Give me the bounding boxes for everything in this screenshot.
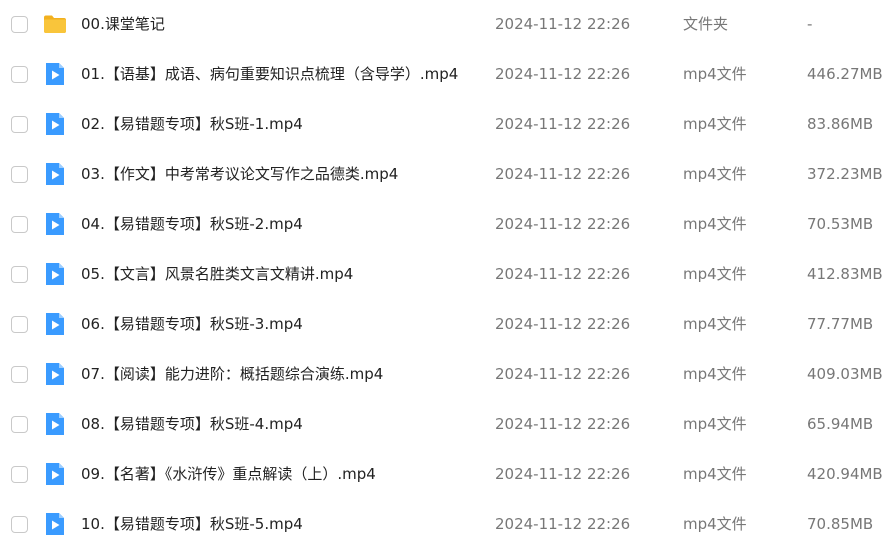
file-row[interactable]: 00.课堂笔记 2024-11-12 22:26 文件夹 - [0, 0, 887, 50]
file-size: 420.94MB [807, 465, 883, 483]
file-size: 65.94MB [807, 415, 874, 433]
file-size: 409.03MB [807, 365, 883, 383]
row-checkbox[interactable] [11, 166, 28, 183]
file-name[interactable]: 08.【易错题专项】秋S班-4.mp4 [81, 413, 303, 435]
file-name[interactable]: 06.【易错题专项】秋S班-3.mp4 [81, 313, 303, 335]
row-checkbox[interactable] [11, 516, 28, 533]
file-name[interactable]: 01.【语基】成语、病句重要知识点梳理（含导学）.mp4 [81, 63, 458, 85]
file-row[interactable]: 02.【易错题专项】秋S班-1.mp4 2024-11-12 22:26 mp4… [0, 100, 887, 150]
file-row[interactable]: 05.【文言】风景名胜类文言文精讲.mp4 2024-11-12 22:26 m… [0, 250, 887, 300]
file-name[interactable]: 02.【易错题专项】秋S班-1.mp4 [81, 113, 303, 135]
row-checkbox[interactable] [11, 366, 28, 383]
modified-date: 2024-11-12 22:26 [495, 365, 631, 383]
row-checkbox[interactable] [11, 66, 28, 83]
file-type: mp4文件 [683, 515, 747, 533]
row-checkbox[interactable] [11, 466, 28, 483]
modified-date: 2024-11-12 22:26 [495, 65, 631, 83]
file-type: mp4文件 [683, 465, 747, 483]
row-checkbox[interactable] [11, 416, 28, 433]
modified-date: 2024-11-12 22:26 [495, 15, 631, 33]
file-type: mp4文件 [683, 265, 747, 283]
file-row[interactable]: 09.【名著】《水浒传》重点解读（上）.mp4 2024-11-12 22:26… [0, 450, 887, 500]
file-row[interactable]: 01.【语基】成语、病句重要知识点梳理（含导学）.mp4 2024-11-12 … [0, 50, 887, 100]
modified-date: 2024-11-12 22:26 [495, 265, 631, 283]
file-type: 文件夹 [683, 15, 729, 33]
row-checkbox[interactable] [11, 16, 28, 33]
file-name[interactable]: 10.【易错题专项】秋S班-5.mp4 [81, 513, 303, 535]
file-size: 83.86MB [807, 115, 874, 133]
video-file-icon [43, 462, 67, 486]
file-row[interactable]: 08.【易错题专项】秋S班-4.mp4 2024-11-12 22:26 mp4… [0, 400, 887, 450]
row-checkbox[interactable] [11, 116, 28, 133]
file-size: 412.83MB [807, 265, 883, 283]
file-type: mp4文件 [683, 65, 747, 83]
file-size: 70.85MB [807, 515, 874, 533]
file-type: mp4文件 [683, 165, 747, 183]
video-file-icon [43, 62, 67, 86]
file-list: 00.课堂笔记 2024-11-12 22:26 文件夹 - 01.【语基】成语… [0, 0, 887, 541]
file-type: mp4文件 [683, 315, 747, 333]
file-name[interactable]: 09.【名著】《水浒传》重点解读（上）.mp4 [81, 463, 376, 485]
file-row[interactable]: 07.【阅读】能力进阶：概括题综合演练.mp4 2024-11-12 22:26… [0, 350, 887, 400]
video-file-icon [43, 112, 67, 136]
video-file-icon [43, 212, 67, 236]
file-size: 77.77MB [807, 315, 874, 333]
modified-date: 2024-11-12 22:26 [495, 515, 631, 533]
file-row[interactable]: 04.【易错题专项】秋S班-2.mp4 2024-11-12 22:26 mp4… [0, 200, 887, 250]
row-checkbox[interactable] [11, 216, 28, 233]
video-file-icon [43, 512, 67, 536]
modified-date: 2024-11-12 22:26 [495, 165, 631, 183]
folder-icon [43, 12, 67, 36]
file-name[interactable]: 04.【易错题专项】秋S班-2.mp4 [81, 213, 303, 235]
file-name[interactable]: 05.【文言】风景名胜类文言文精讲.mp4 [81, 263, 353, 285]
file-name[interactable]: 00.课堂笔记 [81, 13, 165, 35]
file-type: mp4文件 [683, 365, 747, 383]
file-size: 70.53MB [807, 215, 874, 233]
file-row[interactable]: 10.【易错题专项】秋S班-5.mp4 2024-11-12 22:26 mp4… [0, 500, 887, 550]
file-name[interactable]: 03.【作文】中考常考议论文写作之品德类.mp4 [81, 163, 398, 185]
modified-date: 2024-11-12 22:26 [495, 465, 631, 483]
file-row[interactable]: 06.【易错题专项】秋S班-3.mp4 2024-11-12 22:26 mp4… [0, 300, 887, 350]
video-file-icon [43, 412, 67, 436]
file-size: 446.27MB [807, 65, 883, 83]
row-checkbox[interactable] [11, 266, 28, 283]
modified-date: 2024-11-12 22:26 [495, 115, 631, 133]
file-size: - [807, 15, 813, 33]
modified-date: 2024-11-12 22:26 [495, 415, 631, 433]
file-row[interactable]: 03.【作文】中考常考议论文写作之品德类.mp4 2024-11-12 22:2… [0, 150, 887, 200]
video-file-icon [43, 262, 67, 286]
video-file-icon [43, 162, 67, 186]
video-file-icon [43, 362, 67, 386]
modified-date: 2024-11-12 22:26 [495, 215, 631, 233]
row-checkbox[interactable] [11, 316, 28, 333]
file-name[interactable]: 07.【阅读】能力进阶：概括题综合演练.mp4 [81, 363, 383, 385]
video-file-icon [43, 312, 67, 336]
file-type: mp4文件 [683, 415, 747, 433]
file-size: 372.23MB [807, 165, 883, 183]
file-type: mp4文件 [683, 115, 747, 133]
modified-date: 2024-11-12 22:26 [495, 315, 631, 333]
file-type: mp4文件 [683, 215, 747, 233]
